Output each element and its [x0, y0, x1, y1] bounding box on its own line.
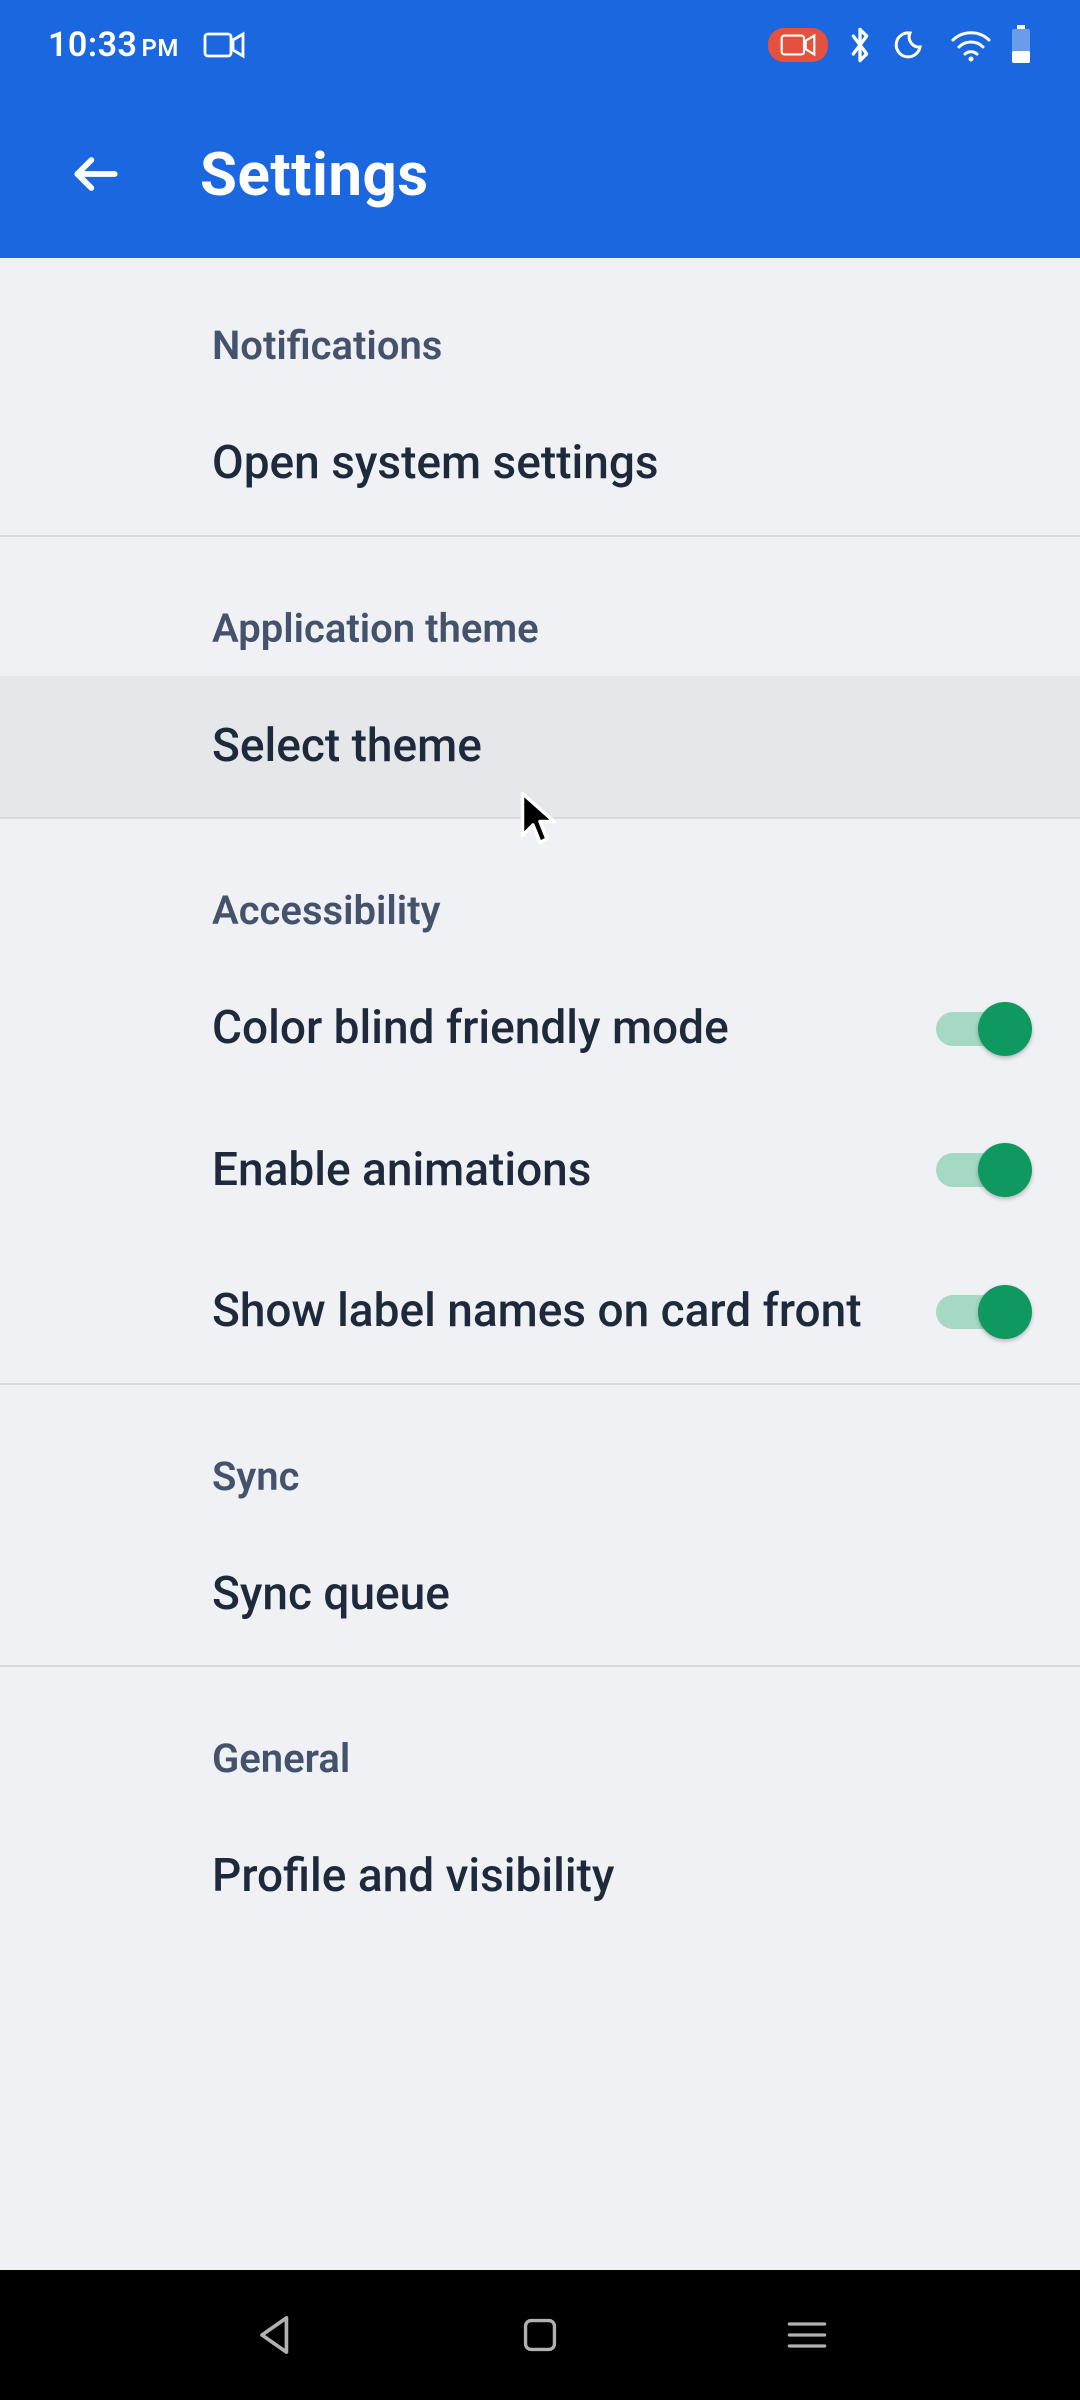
system-nav-bar	[0, 2270, 1080, 2400]
row-label: Profile and visibility	[212, 1848, 614, 1906]
row-enable-animations[interactable]: Enable animations	[0, 1100, 1080, 1242]
section-header-general: General	[0, 1667, 1080, 1806]
bluetooth-icon	[846, 25, 874, 65]
nav-recents-button[interactable]	[757, 2305, 857, 2365]
toggle-enable-animations[interactable]	[936, 1143, 1032, 1197]
row-label: Open system settings	[212, 435, 659, 493]
row-open-system-settings[interactable]: Open system settings	[0, 393, 1080, 535]
wifi-icon	[950, 28, 992, 62]
status-time: 10:33PM	[48, 25, 179, 65]
section-header-theme: Application theme	[0, 537, 1080, 676]
row-label: Show label names on card front	[212, 1283, 862, 1341]
toggle-color-blind[interactable]	[936, 1002, 1032, 1056]
status-bar: 10:33PM	[0, 0, 1080, 90]
row-profile-visibility[interactable]: Profile and visibility	[0, 1806, 1080, 1948]
row-label: Select theme	[212, 718, 482, 776]
section-header-accessibility: Accessibility	[0, 819, 1080, 958]
status-time-value: 10:33	[48, 25, 137, 65]
toggle-thumb	[978, 1143, 1032, 1197]
do-not-disturb-icon	[892, 25, 932, 65]
row-select-theme[interactable]: Select theme	[0, 676, 1080, 818]
status-right	[768, 25, 1032, 65]
battery-icon	[1010, 25, 1032, 65]
row-label: Sync queue	[212, 1566, 450, 1624]
settings-list: Notifications Open system settings Appli…	[0, 258, 1080, 1948]
page-title: Settings	[200, 139, 429, 210]
section-header-sync: Sync	[0, 1385, 1080, 1524]
row-label: Color blind friendly mode	[212, 1000, 729, 1058]
nav-back-button[interactable]	[223, 2305, 323, 2365]
back-button[interactable]	[56, 134, 136, 214]
app-bar: Settings	[0, 90, 1080, 258]
arrow-left-icon	[68, 146, 124, 202]
status-left: 10:33PM	[48, 25, 245, 65]
row-color-blind-mode[interactable]: Color blind friendly mode	[0, 958, 1080, 1100]
screen-record-status-icon	[203, 30, 245, 60]
nav-home-button[interactable]	[490, 2305, 590, 2365]
toggle-show-label-names[interactable]	[936, 1285, 1032, 1339]
row-sync-queue[interactable]: Sync queue	[0, 1524, 1080, 1666]
record-indicator-pill	[768, 28, 828, 62]
toggle-thumb	[978, 1285, 1032, 1339]
status-time-ampm: PM	[141, 34, 178, 62]
toggle-thumb	[978, 1002, 1032, 1056]
row-label: Enable animations	[212, 1142, 591, 1200]
row-show-label-names[interactable]: Show label names on card front	[0, 1241, 1080, 1383]
section-header-notifications: Notifications	[0, 258, 1080, 393]
